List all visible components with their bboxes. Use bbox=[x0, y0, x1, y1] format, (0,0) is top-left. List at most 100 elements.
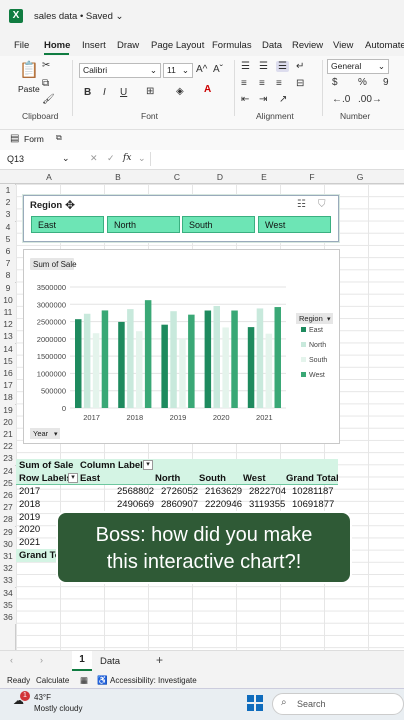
decrease-indent-icon[interactable]: ⇤ bbox=[241, 94, 249, 105]
row-header-32[interactable]: 32 bbox=[0, 563, 16, 576]
increase-decimal-icon[interactable]: ←.0 bbox=[332, 94, 350, 105]
menu-insert[interactable]: Insert bbox=[82, 40, 106, 51]
slicer-item-north[interactable]: North bbox=[107, 216, 180, 233]
underline-button[interactable]: U bbox=[120, 87, 127, 98]
form-button[interactable]: Form bbox=[24, 134, 44, 144]
row-header-5[interactable]: 5 bbox=[0, 233, 16, 246]
format-painter-icon[interactable]: 🖌 bbox=[42, 94, 55, 105]
increase-indent-icon[interactable]: ⇥ bbox=[259, 94, 267, 105]
borders-icon[interactable]: ⊞ bbox=[146, 86, 154, 97]
column-header-a[interactable]: A bbox=[42, 172, 56, 182]
row-header-15[interactable]: 15 bbox=[0, 355, 16, 368]
align-top-icon[interactable]: ☰ bbox=[241, 61, 250, 72]
document-title[interactable]: sales data • Saved ⌄ bbox=[34, 11, 123, 22]
font-size-select[interactable]: 11 ⌄ bbox=[163, 63, 193, 78]
row-header-10[interactable]: 10 bbox=[0, 294, 16, 307]
cut-icon[interactable]: ✂ bbox=[42, 60, 50, 71]
row-header-13[interactable]: 13 bbox=[0, 331, 16, 344]
currency-button[interactable]: $ bbox=[332, 77, 338, 88]
align-middle-icon[interactable]: ☰ bbox=[259, 61, 268, 72]
comma-button[interactable]: 9 bbox=[383, 77, 389, 88]
clear-filter-icon[interactable]: ⛉ bbox=[318, 199, 326, 210]
row-header-23[interactable]: 23 bbox=[0, 453, 16, 466]
row-header-24[interactable]: 24 bbox=[0, 465, 16, 478]
sheet-tab-data[interactable]: Data bbox=[100, 656, 120, 667]
row-header-7[interactable]: 7 bbox=[0, 258, 16, 271]
paste-label[interactable]: Paste bbox=[18, 84, 40, 94]
cancel-icon[interactable]: ✕ bbox=[90, 153, 98, 164]
italic-button[interactable]: I bbox=[103, 87, 106, 98]
menu-home[interactable]: Home bbox=[44, 40, 70, 51]
menu-draw[interactable]: Draw bbox=[117, 40, 139, 51]
menu-automate[interactable]: Automate bbox=[365, 40, 404, 51]
align-left-icon[interactable]: ≡ bbox=[241, 78, 247, 89]
macro-icon[interactable]: ▦ bbox=[80, 675, 88, 686]
row-header-20[interactable]: 20 bbox=[0, 416, 16, 429]
accessibility-icon[interactable]: ♿ bbox=[97, 675, 108, 686]
column-header-f[interactable]: F bbox=[305, 172, 319, 182]
chevron-down-icon[interactable]: ⌄ bbox=[138, 153, 146, 164]
launcher-icon[interactable]: ⧉ bbox=[56, 133, 62, 143]
windows-start-icon[interactable] bbox=[247, 695, 263, 711]
column-header-g[interactable]: G bbox=[353, 172, 367, 182]
fill-color-icon[interactable]: ◈ bbox=[176, 86, 184, 97]
menu-data[interactable]: Data bbox=[262, 40, 282, 51]
menu-review[interactable]: Review bbox=[292, 40, 323, 51]
row-filter-dropdown[interactable]: ▾ bbox=[68, 473, 78, 483]
column-header-d[interactable]: D bbox=[213, 172, 227, 182]
row-header-30[interactable]: 30 bbox=[0, 538, 16, 551]
menu-page-layout[interactable]: Page Layout bbox=[151, 40, 204, 51]
row-header-17[interactable]: 17 bbox=[0, 380, 16, 393]
insert-function-button[interactable]: fx bbox=[123, 153, 131, 163]
wrap-text-icon[interactable]: ↵ bbox=[296, 61, 304, 72]
row-header-4[interactable]: 4 bbox=[0, 221, 16, 234]
status-accessibility[interactable]: Accessibility: Investigate bbox=[110, 676, 197, 685]
slicer-item-east[interactable]: East bbox=[31, 216, 104, 233]
row-header-12[interactable]: 12 bbox=[0, 319, 16, 332]
chevron-down-icon[interactable]: ⌄ bbox=[62, 153, 70, 164]
shrink-font-button[interactable]: Aˇ bbox=[213, 64, 223, 75]
row-header-22[interactable]: 22 bbox=[0, 441, 16, 454]
row-header-3[interactable]: 3 bbox=[0, 209, 16, 222]
menu-view[interactable]: View bbox=[333, 40, 353, 51]
copy-icon[interactable]: ⧉ bbox=[42, 78, 49, 89]
row-header-31[interactable]: 31 bbox=[0, 551, 16, 563]
chevron-right-icon[interactable]: › bbox=[40, 655, 43, 665]
align-right-icon[interactable]: ≡ bbox=[276, 78, 282, 89]
row-header-36[interactable]: 36 bbox=[0, 612, 16, 624]
merge-icon[interactable]: ⊟ bbox=[296, 78, 304, 89]
column-header-e[interactable]: E bbox=[257, 172, 271, 182]
row-header-26[interactable]: 26 bbox=[0, 490, 16, 502]
row-header-1[interactable]: 1 bbox=[0, 185, 16, 197]
row-header-8[interactable]: 8 bbox=[0, 270, 16, 283]
grow-font-button[interactable]: A^ bbox=[196, 64, 207, 75]
slicer-item-west[interactable]: West bbox=[258, 216, 331, 233]
row-header-27[interactable]: 27 bbox=[0, 502, 16, 515]
row-header-25[interactable]: 25 bbox=[0, 477, 16, 490]
bold-button[interactable]: B bbox=[84, 87, 91, 98]
row-header-6[interactable]: 6 bbox=[0, 246, 16, 258]
row-header-2[interactable]: 2 bbox=[0, 197, 16, 210]
slicer-item-south[interactable]: South bbox=[182, 216, 255, 233]
taskbar-search-box[interactable] bbox=[272, 693, 404, 715]
row-header-18[interactable]: 18 bbox=[0, 392, 16, 405]
chevron-left-icon[interactable]: ‹ bbox=[10, 655, 13, 665]
form-icon[interactable]: ▤ bbox=[10, 133, 19, 144]
number-format-select[interactable]: General ⌄ bbox=[327, 59, 389, 74]
row-header-35[interactable]: 35 bbox=[0, 599, 16, 612]
menu-formulas[interactable]: Formulas bbox=[212, 40, 252, 51]
row-header-16[interactable]: 16 bbox=[0, 368, 16, 380]
row-header-33[interactable]: 33 bbox=[0, 575, 16, 588]
column-header-c[interactable]: C bbox=[170, 172, 184, 182]
column-header-b[interactable]: B bbox=[111, 172, 125, 182]
font-color-icon[interactable]: A bbox=[204, 84, 211, 95]
row-header-14[interactable]: 14 bbox=[0, 343, 16, 356]
name-box[interactable]: Q13 bbox=[7, 154, 24, 164]
font-name-select[interactable]: Calibri ⌄ bbox=[79, 63, 161, 78]
orientation-icon[interactable]: ↗ bbox=[279, 94, 287, 105]
paste-icon[interactable]: 📋 bbox=[18, 60, 40, 80]
row-header-11[interactable]: 11 bbox=[0, 307, 16, 319]
sheet-tab-1[interactable]: 1 bbox=[72, 651, 92, 671]
percent-button[interactable]: % bbox=[358, 77, 367, 88]
menu-file[interactable]: File bbox=[14, 40, 29, 51]
